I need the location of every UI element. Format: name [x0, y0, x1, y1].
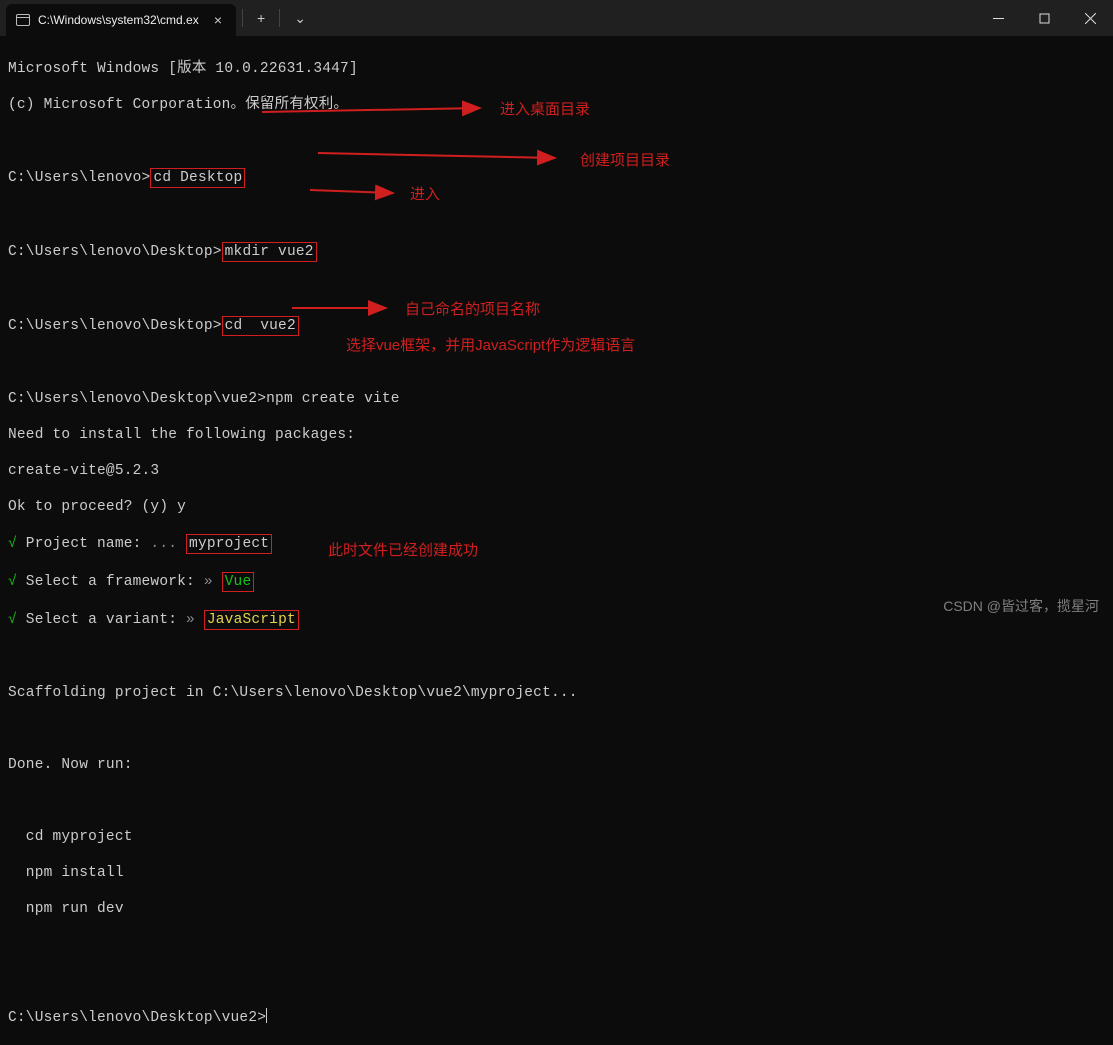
window-controls [975, 0, 1113, 36]
close-icon [1085, 13, 1096, 24]
prompt-line: C:\Users\lenovo\Desktop>mkdir vue2 [8, 242, 1105, 262]
maximize-button[interactable] [1021, 0, 1067, 36]
check-icon: √ [8, 536, 17, 552]
tab-title: C:\Windows\system32\cmd.ex [38, 13, 202, 27]
blank-line [8, 354, 1105, 372]
tab-actions: + ⌄ [236, 0, 320, 36]
command-highlight: cd vue2 [222, 316, 299, 336]
blank-line [8, 972, 1105, 990]
output-line: cd myproject [8, 828, 1105, 846]
prompt: C:\Users\lenovo\Desktop\vue2> [8, 391, 266, 407]
project-name-highlight: myproject [186, 534, 272, 554]
terminal-icon [16, 14, 30, 26]
prompt: C:\Users\lenovo> [8, 170, 150, 186]
output-line: √ Project name: ... myproject [8, 534, 1105, 554]
prompt-line: C:\Users\lenovo>cd Desktop [8, 168, 1105, 188]
active-tab[interactable]: C:\Windows\system32\cmd.ex × [6, 4, 236, 36]
framework-highlight: Vue [222, 572, 255, 592]
output-line: Done. Now run: [8, 756, 1105, 774]
terminal-content[interactable]: Microsoft Windows [版本 10.0.22631.3447] (… [0, 36, 1113, 1045]
tab-dropdown-button[interactable]: ⌄ [286, 6, 314, 31]
blank-line [8, 206, 1105, 224]
arrow: » [195, 574, 222, 590]
blank-line [8, 936, 1105, 954]
blank-line [8, 132, 1105, 150]
prompt-label: Project name: [17, 536, 142, 552]
blank-line [8, 720, 1105, 738]
output-line: Microsoft Windows [版本 10.0.22631.3447] [8, 60, 1105, 78]
divider [279, 9, 280, 27]
minimize-icon [993, 13, 1004, 24]
new-tab-button[interactable]: + [249, 6, 273, 30]
prompt-line: C:\Users\lenovo\Desktop\vue2> [8, 1008, 1105, 1027]
output-line: Scaffolding project in C:\Users\lenovo\D… [8, 684, 1105, 702]
output-line: Need to install the following packages: [8, 426, 1105, 444]
output-line: √ Select a framework: » Vue [8, 572, 1105, 592]
prompt-line: C:\Users\lenovo\Desktop>cd vue2 [8, 316, 1105, 336]
command-text: npm create vite [266, 391, 400, 407]
output-line: npm install [8, 864, 1105, 882]
prompt: C:\Users\lenovo\Desktop\vue2> [8, 1010, 266, 1026]
blank-line [8, 280, 1105, 298]
prompt: C:\Users\lenovo\Desktop> [8, 318, 222, 334]
cursor-icon [266, 1008, 273, 1023]
prompt: C:\Users\lenovo\Desktop> [8, 244, 222, 260]
output-line: √ Select a variant: » JavaScript [8, 610, 1105, 630]
close-button[interactable] [1067, 0, 1113, 36]
watermark: CSDN @皆过客，揽星河 [943, 596, 1099, 616]
blank-line [8, 792, 1105, 810]
divider [242, 9, 243, 27]
framework-value: Vue [225, 574, 252, 590]
blank-line [8, 648, 1105, 666]
titlebar: C:\Windows\system32\cmd.ex × + ⌄ [0, 0, 1113, 36]
tab-close-button[interactable]: × [210, 12, 226, 28]
minimize-button[interactable] [975, 0, 1021, 36]
command-highlight: cd Desktop [150, 168, 245, 188]
check-icon: √ [8, 574, 17, 590]
variant-highlight: JavaScript [204, 610, 299, 630]
output-line: create-vite@5.2.3 [8, 462, 1105, 480]
output-line: Ok to proceed? (y) y [8, 498, 1105, 516]
maximize-icon [1039, 13, 1050, 24]
output-line: npm run dev [8, 900, 1105, 918]
prompt-line: C:\Users\lenovo\Desktop\vue2>npm create … [8, 390, 1105, 408]
command-highlight: mkdir vue2 [222, 242, 317, 262]
prompt-label: Select a framework: [17, 574, 195, 590]
output-line: (c) Microsoft Corporation。保留所有权利。 [8, 96, 1105, 114]
dots: ... [142, 536, 187, 552]
